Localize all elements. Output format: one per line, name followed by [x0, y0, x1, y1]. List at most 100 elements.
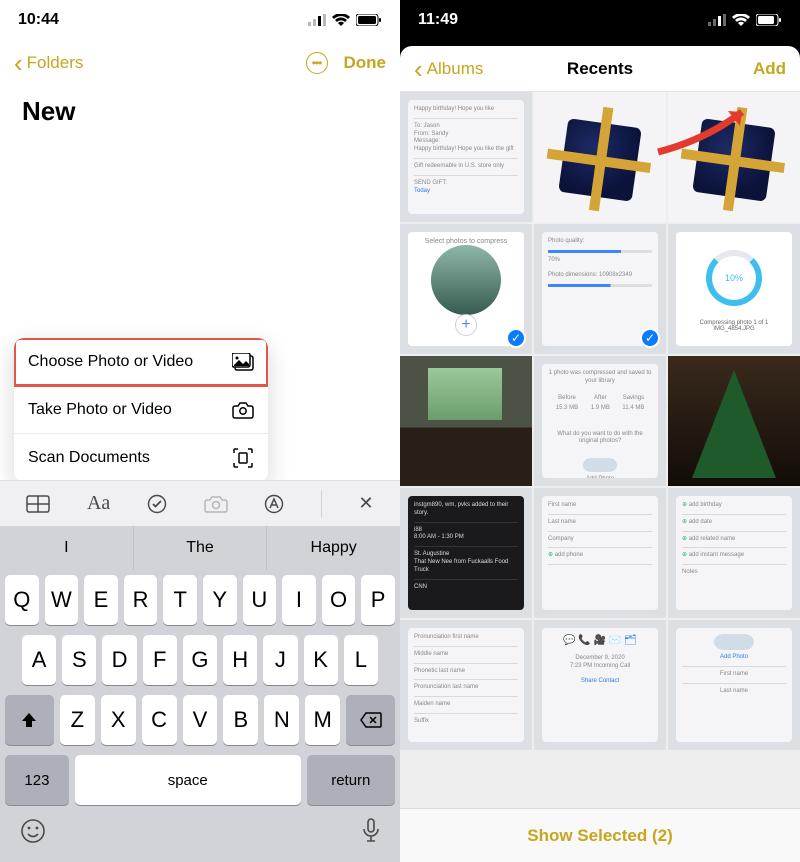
take-photo-video-button[interactable]: Take Photo or Video: [14, 386, 268, 434]
key-v[interactable]: V: [183, 695, 218, 745]
photo-thumb[interactable]: [400, 356, 532, 486]
space-key[interactable]: space: [75, 755, 301, 805]
camera-icon: [232, 399, 254, 421]
done-button[interactable]: Done: [344, 53, 387, 73]
camera-toolbar-button[interactable]: [204, 495, 228, 513]
photo-thumb[interactable]: 1 photo was compressed and saved to your…: [534, 356, 666, 486]
selected-check-icon: ✓: [640, 328, 660, 348]
key-row-4: 123 space return: [0, 750, 400, 810]
cellular-icon: [708, 14, 726, 26]
numbers-key[interactable]: 123: [5, 755, 69, 805]
photo-thumb[interactable]: [534, 92, 666, 222]
key-n[interactable]: N: [264, 695, 299, 745]
picker-title: Recents: [567, 59, 633, 79]
key-m[interactable]: M: [305, 695, 340, 745]
folders-back-button[interactable]: ‹ Folders: [14, 50, 83, 76]
markup-button[interactable]: [264, 494, 284, 514]
key-p[interactable]: P: [361, 575, 395, 625]
photo-picker-screen: 11:49 ‹ Albums Recents Add Happy birthda…: [400, 0, 800, 862]
predict-2[interactable]: The: [134, 526, 268, 570]
key-t[interactable]: T: [163, 575, 197, 625]
photo-thumb[interactable]: 💬 📞 🎥 ✉️ 🗂December 9, 20207:23 PM Incomi…: [534, 620, 666, 750]
key-h[interactable]: H: [223, 635, 257, 685]
predictive-bar: I The Happy: [0, 526, 400, 570]
key-s[interactable]: S: [62, 635, 96, 685]
checklist-button[interactable]: [147, 494, 167, 514]
photo-grid[interactable]: Happy birthday! Hope you likeTo: JasonFr…: [400, 92, 800, 808]
more-button[interactable]: •••: [306, 52, 328, 74]
take-label: Take Photo or Video: [28, 401, 172, 419]
key-c[interactable]: C: [142, 695, 177, 745]
show-selected-button[interactable]: Show Selected (2): [400, 808, 800, 862]
key-g[interactable]: G: [183, 635, 217, 685]
key-e[interactable]: E: [84, 575, 118, 625]
note-title: New: [22, 96, 378, 127]
predict-1[interactable]: I: [0, 526, 134, 570]
status-indicators: [308, 14, 382, 26]
predict-3[interactable]: Happy: [267, 526, 400, 570]
photo-thumb[interactable]: Add PhotoFirst nameLast name: [668, 620, 800, 750]
text-format-button[interactable]: Aa: [87, 492, 110, 515]
photo-thumb[interactable]: instgm890, wm, pvks added to their story…: [400, 488, 532, 618]
note-editor[interactable]: New: [0, 86, 400, 127]
key-q[interactable]: Q: [5, 575, 39, 625]
keyboard-bottom-row: [0, 810, 400, 862]
key-a[interactable]: A: [22, 635, 56, 685]
photo-thumb[interactable]: Select photos to compress+✓: [400, 224, 532, 354]
photo-thumb[interactable]: [668, 356, 800, 486]
status-time: 10:44: [18, 11, 59, 29]
emoji-button[interactable]: [20, 818, 46, 851]
scan-documents-button[interactable]: Scan Documents: [14, 434, 268, 482]
choose-photo-video-button[interactable]: Choose Photo or Video: [14, 338, 268, 386]
key-z[interactable]: Z: [60, 695, 95, 745]
battery-icon: [356, 14, 382, 26]
status-bar: 10:44: [0, 0, 400, 40]
keyboard-toolbar: Aa ✕: [0, 480, 400, 526]
annotation-arrow-icon: [650, 100, 760, 160]
photo-thumb[interactable]: Pronunciation first nameMiddle namePhone…: [400, 620, 532, 750]
shift-key[interactable]: [5, 695, 54, 745]
key-r[interactable]: R: [124, 575, 158, 625]
key-i[interactable]: I: [282, 575, 316, 625]
selected-check-icon: ✓: [506, 328, 526, 348]
table-button[interactable]: [26, 495, 50, 513]
key-x[interactable]: X: [101, 695, 136, 745]
photo-thumb[interactable]: Happy birthday! Hope you likeTo: JasonFr…: [400, 92, 532, 222]
photo-thumb[interactable]: First nameLast nameCompany⊕ add phone: [534, 488, 666, 618]
key-u[interactable]: U: [243, 575, 277, 625]
keyboard: I The Happy Q W E R T Y U I O P A S D F …: [0, 526, 400, 862]
photo-library-icon: [232, 351, 254, 373]
key-k[interactable]: K: [304, 635, 338, 685]
scan-icon: [232, 447, 254, 469]
picker-navbar: ‹ Albums Recents Add: [400, 46, 800, 92]
key-y[interactable]: Y: [203, 575, 237, 625]
key-row-2: A S D F G H J K L: [0, 630, 400, 690]
key-row-1: Q W E R T Y U I O P: [0, 570, 400, 630]
albums-back-button[interactable]: ‹ Albums: [414, 56, 483, 82]
notes-navbar: ‹ Folders ••• Done: [0, 40, 400, 86]
notes-screen: 10:44 ‹ Folders ••• Done New Choose Phot…: [0, 0, 400, 862]
key-j[interactable]: J: [263, 635, 297, 685]
status-bar-right: 11:49: [400, 0, 800, 40]
photo-thumb[interactable]: Photo quality:70%Photo dimensions: 10908…: [534, 224, 666, 354]
return-key[interactable]: return: [307, 755, 395, 805]
key-w[interactable]: W: [45, 575, 79, 625]
backspace-key[interactable]: [346, 695, 395, 745]
chevron-left-icon: ‹: [14, 50, 23, 76]
close-toolbar-button[interactable]: ✕: [358, 493, 373, 514]
choose-label: Choose Photo or Video: [28, 353, 193, 371]
toolbar-divider: [321, 490, 322, 518]
key-l[interactable]: L: [344, 635, 378, 685]
photo-thumb[interactable]: 10%Compressing photo 1 of 1IMG_4854.JPG: [668, 224, 800, 354]
key-d[interactable]: D: [102, 635, 136, 685]
add-button[interactable]: Add: [753, 59, 786, 79]
key-o[interactable]: O: [322, 575, 356, 625]
key-f[interactable]: F: [143, 635, 177, 685]
chevron-left-icon: ‹: [414, 56, 423, 82]
photo-thumb[interactable]: ⊕ add birthday⊕ add date⊕ add related na…: [668, 488, 800, 618]
show-selected-label: Show Selected (2): [527, 826, 672, 846]
dictation-button[interactable]: [362, 818, 380, 851]
wifi-icon: [732, 14, 750, 26]
photo-picker-sheet: ‹ Albums Recents Add Happy birthday! Hop…: [400, 46, 800, 862]
key-b[interactable]: B: [223, 695, 258, 745]
